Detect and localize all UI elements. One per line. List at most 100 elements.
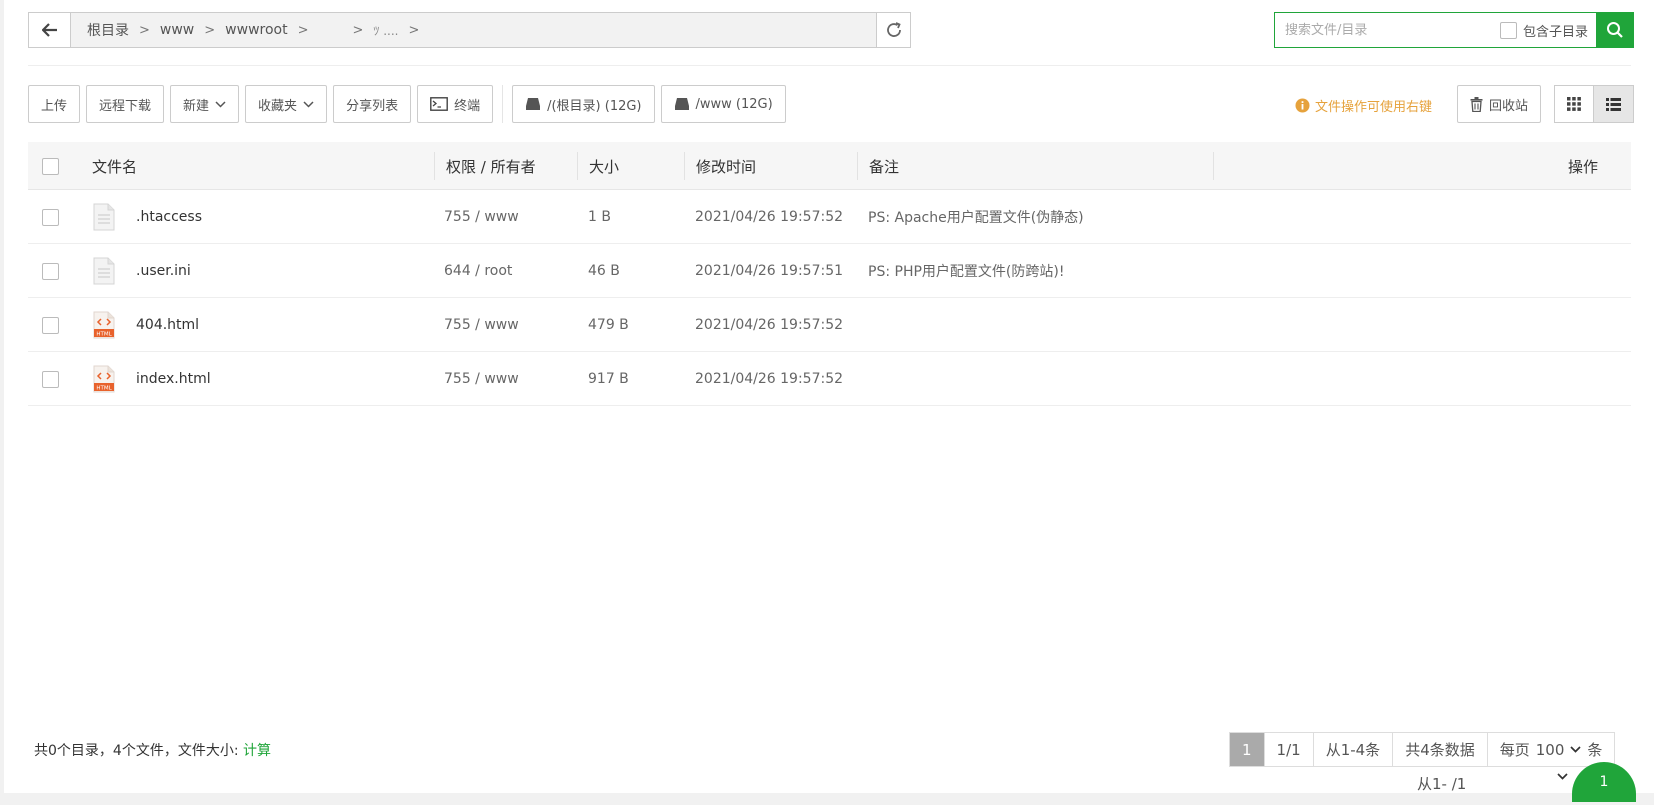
favorites-label: 收藏夹 — [258, 98, 298, 114]
file-mtime: 2021/04/26 19:57:52 — [695, 209, 844, 225]
file-size: 46 B — [588, 263, 620, 279]
disk-root-button[interactable]: /(根目录) (12G) — [512, 85, 655, 123]
table-row[interactable]: HTML index.html 755 / www 917 B 2021/04/… — [28, 352, 1631, 406]
share-list-label: 分享列表 — [346, 98, 399, 114]
search-icon — [1607, 22, 1623, 38]
remote-download-button[interactable]: 远程下载 — [86, 85, 165, 123]
recycle-bin-label: 回收站 — [1489, 98, 1529, 114]
row-checkbox[interactable] — [42, 208, 59, 226]
page-count: 1/1 — [1265, 733, 1314, 766]
summary-text: 共0个目录，4个文件，文件大小: — [34, 743, 243, 759]
file-mtime: 2021/04/26 19:57:52 — [695, 371, 844, 387]
arrow-left-icon — [41, 23, 57, 37]
header-mtime[interactable]: 修改时间 — [696, 142, 756, 190]
info-icon — [1295, 98, 1310, 113]
file-name[interactable]: 404.html — [136, 298, 199, 352]
column-divider — [1213, 152, 1214, 180]
select-all-cell — [42, 142, 59, 190]
floating-action-button[interactable]: 1 — [1572, 762, 1636, 802]
terminal-label: 终端 — [454, 98, 481, 114]
chevron-right-icon: > — [139, 22, 150, 38]
column-divider — [684, 152, 685, 180]
chevron-down-icon — [215, 100, 226, 108]
upload-button[interactable]: 上传 — [28, 85, 81, 123]
file-icon — [93, 203, 115, 231]
header-size[interactable]: 大小 — [589, 142, 619, 190]
file-size: 1 B — [588, 209, 611, 225]
per-page-label: 每页 — [1499, 741, 1530, 759]
terminal-button[interactable]: 终端 — [417, 85, 494, 123]
breadcrumb-current[interactable]: ﾂ .... — [365, 22, 406, 39]
hard-drive-icon — [674, 98, 689, 110]
chevron-right-icon: > — [352, 22, 364, 38]
include-subdir-checkbox[interactable] — [1499, 21, 1517, 39]
file-name[interactable]: .user.ini — [136, 244, 191, 298]
upload-label: 上传 — [41, 98, 68, 114]
html-badge-text: HTML — [96, 386, 112, 392]
html-file-icon: HTML — [93, 365, 115, 393]
search-button[interactable] — [1596, 12, 1634, 48]
file-name[interactable]: index.html — [136, 352, 211, 406]
include-subdir-label: 包含子目录 — [1522, 24, 1588, 40]
html-badge-text: HTML — [96, 332, 112, 338]
path-bar: 根目录 > www > wwwroot > > ﾂ .... > — [28, 12, 911, 48]
search-input[interactable] — [1275, 13, 1500, 47]
per-page-control: 每页 100 条 — [1488, 733, 1615, 766]
remote-download-label: 远程下载 — [99, 98, 152, 114]
page-current[interactable]: 1 — [1230, 733, 1265, 766]
share-list-button[interactable]: 分享列表 — [333, 85, 412, 123]
file-icon — [93, 257, 115, 285]
breadcrumb-wwwroot[interactable]: wwwroot — [217, 22, 295, 38]
back-button[interactable] — [29, 13, 71, 47]
row-select-cell — [42, 298, 59, 352]
file-summary: 共0个目录，4个文件，文件大小: 计算 — [34, 740, 271, 760]
breadcrumb-root[interactable]: 根目录 — [79, 20, 137, 40]
chevron-down-icon[interactable] — [1557, 773, 1568, 780]
recycle-bin-button[interactable]: 回收站 — [1457, 85, 1542, 123]
table-row[interactable]: HTML 404.html 755 / www 479 B 2021/04/26… — [28, 298, 1631, 352]
pagination: 1 1/1 从1-4条 共4条数据 每页 100 条 — [1229, 732, 1616, 767]
chevron-right-icon: > — [297, 22, 309, 38]
file-manager-panel: 根目录 > www > wwwroot > > ﾂ .... > 包含子目录 上… — [4, 0, 1654, 802]
row-checkbox[interactable] — [42, 316, 59, 334]
file-note: PS: Apache用户配置文件(伪静态) — [868, 210, 1084, 226]
toolbar-separator — [502, 85, 504, 123]
file-size: 917 B — [588, 371, 629, 387]
file-name[interactable]: .htaccess — [136, 190, 202, 244]
header-divider — [28, 65, 1631, 66]
favorites-dropdown-button[interactable]: 收藏夹 — [245, 85, 328, 123]
table-row[interactable]: .htaccess 755 / www 1 B 2021/04/26 19:57… — [28, 190, 1631, 244]
per-page-select[interactable]: 100 — [1536, 741, 1582, 759]
file-perm[interactable]: 755 / www — [444, 190, 519, 244]
context-menu-tip: 文件操作可使用右键 — [1295, 96, 1432, 115]
breadcrumb-www[interactable]: www — [152, 22, 202, 38]
column-divider — [434, 152, 435, 180]
table-row[interactable]: .user.ini 644 / root 46 B 2021/04/26 19:… — [28, 244, 1631, 298]
new-dropdown-button[interactable]: 新建 — [170, 85, 240, 123]
list-view-button[interactable] — [1594, 85, 1634, 123]
file-size: 479 B — [588, 317, 629, 333]
column-divider — [577, 152, 578, 180]
calculate-size-link[interactable]: 计算 — [243, 743, 271, 759]
select-all-checkbox[interactable] — [42, 157, 59, 175]
tip-text: 文件操作可使用右键 — [1315, 100, 1433, 115]
file-perm[interactable]: 755 / www — [444, 352, 519, 406]
row-select-cell — [42, 352, 59, 406]
file-mtime: 2021/04/26 19:57:52 — [695, 317, 844, 333]
file-note: PS: PHP用户配置文件(防跨站)! — [868, 264, 1065, 280]
file-perm[interactable]: 755 / www — [444, 298, 519, 352]
file-perm[interactable]: 644 / root — [444, 244, 512, 298]
grid-view-button[interactable] — [1554, 85, 1594, 123]
header-note: 备注 — [869, 157, 900, 176]
refresh-icon — [886, 22, 901, 37]
include-subdir-toggle[interactable]: 包含子目录 — [1499, 21, 1596, 40]
per-page-value: 100 — [1535, 740, 1565, 759]
row-checkbox[interactable] — [42, 370, 59, 388]
refresh-button[interactable] — [876, 13, 910, 47]
disk-www-button[interactable]: /www (12G) — [660, 85, 786, 123]
row-checkbox[interactable] — [42, 262, 59, 280]
per-page-unit: 条 — [1587, 741, 1603, 759]
header-perm[interactable]: 权限 / 所有者 — [446, 142, 536, 190]
view-toggle — [1554, 85, 1634, 123]
header-name[interactable]: 文件名 — [92, 142, 137, 190]
